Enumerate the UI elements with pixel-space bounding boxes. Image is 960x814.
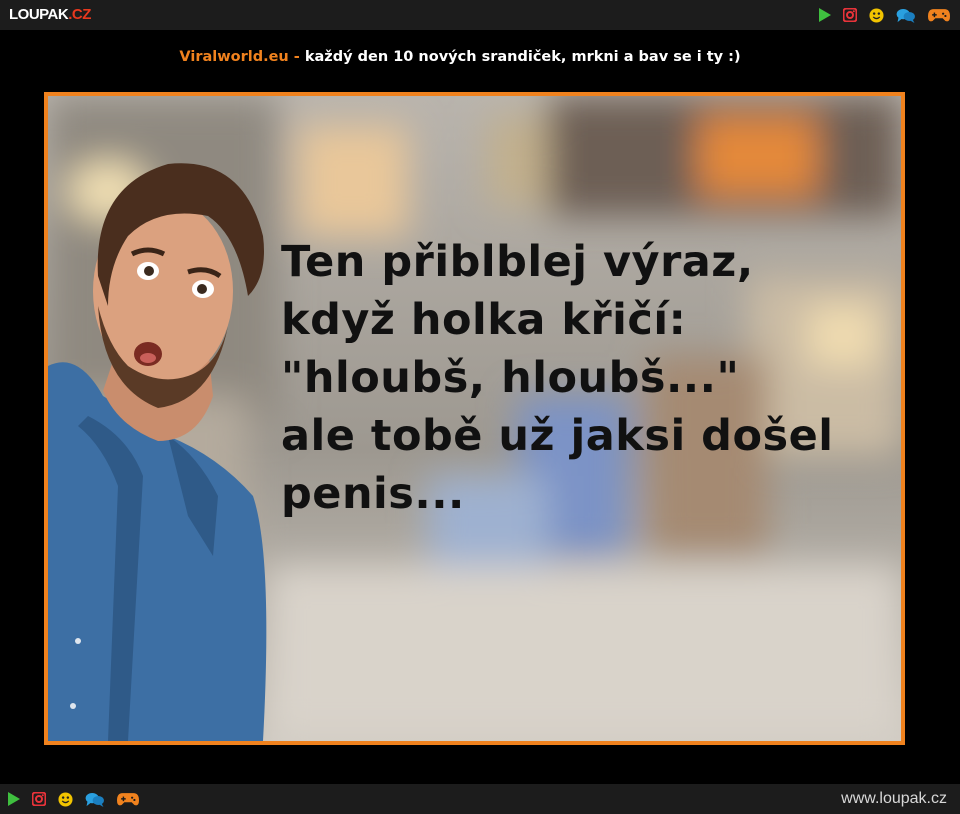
- instagram-icon[interactable]: [32, 789, 46, 809]
- site-url-link[interactable]: www.loupak.cz: [841, 789, 947, 809]
- smiley-icon[interactable]: [869, 5, 884, 25]
- logo-text: LOUPAK: [9, 6, 69, 23]
- smiley-icon[interactable]: [58, 789, 73, 809]
- instagram-icon[interactable]: [843, 5, 857, 25]
- promo-text: každý den 10 nových srandiček, mrkni a b…: [299, 49, 741, 65]
- gamepad-icon[interactable]: [117, 789, 139, 809]
- top-icon-bar: [807, 5, 950, 25]
- bottom-icon-bar: [8, 789, 151, 809]
- logo-suffix: .CZ: [68, 6, 91, 23]
- chat-icon[interactable]: [85, 789, 105, 809]
- promo-banner[interactable]: Viralworld.eu - každý den 10 nových sran…: [0, 45, 920, 69]
- meme-image-frame: Ten přiblblej výraz, když holka křičí: "…: [44, 92, 905, 745]
- bottom-bar: www.loupak.cz: [0, 784, 960, 814]
- promo-site-name: Viralworld.eu -: [179, 49, 300, 65]
- gamepad-icon[interactable]: [928, 5, 950, 25]
- meme-caption: Ten přiblblej výraz, když holka křičí: "…: [281, 237, 834, 519]
- chat-icon[interactable]: [896, 5, 916, 25]
- top-bar: LOUPAK.CZ: [0, 0, 960, 30]
- play-icon[interactable]: [8, 789, 20, 809]
- site-logo[interactable]: LOUPAK.CZ: [9, 6, 91, 24]
- play-icon[interactable]: [819, 5, 831, 25]
